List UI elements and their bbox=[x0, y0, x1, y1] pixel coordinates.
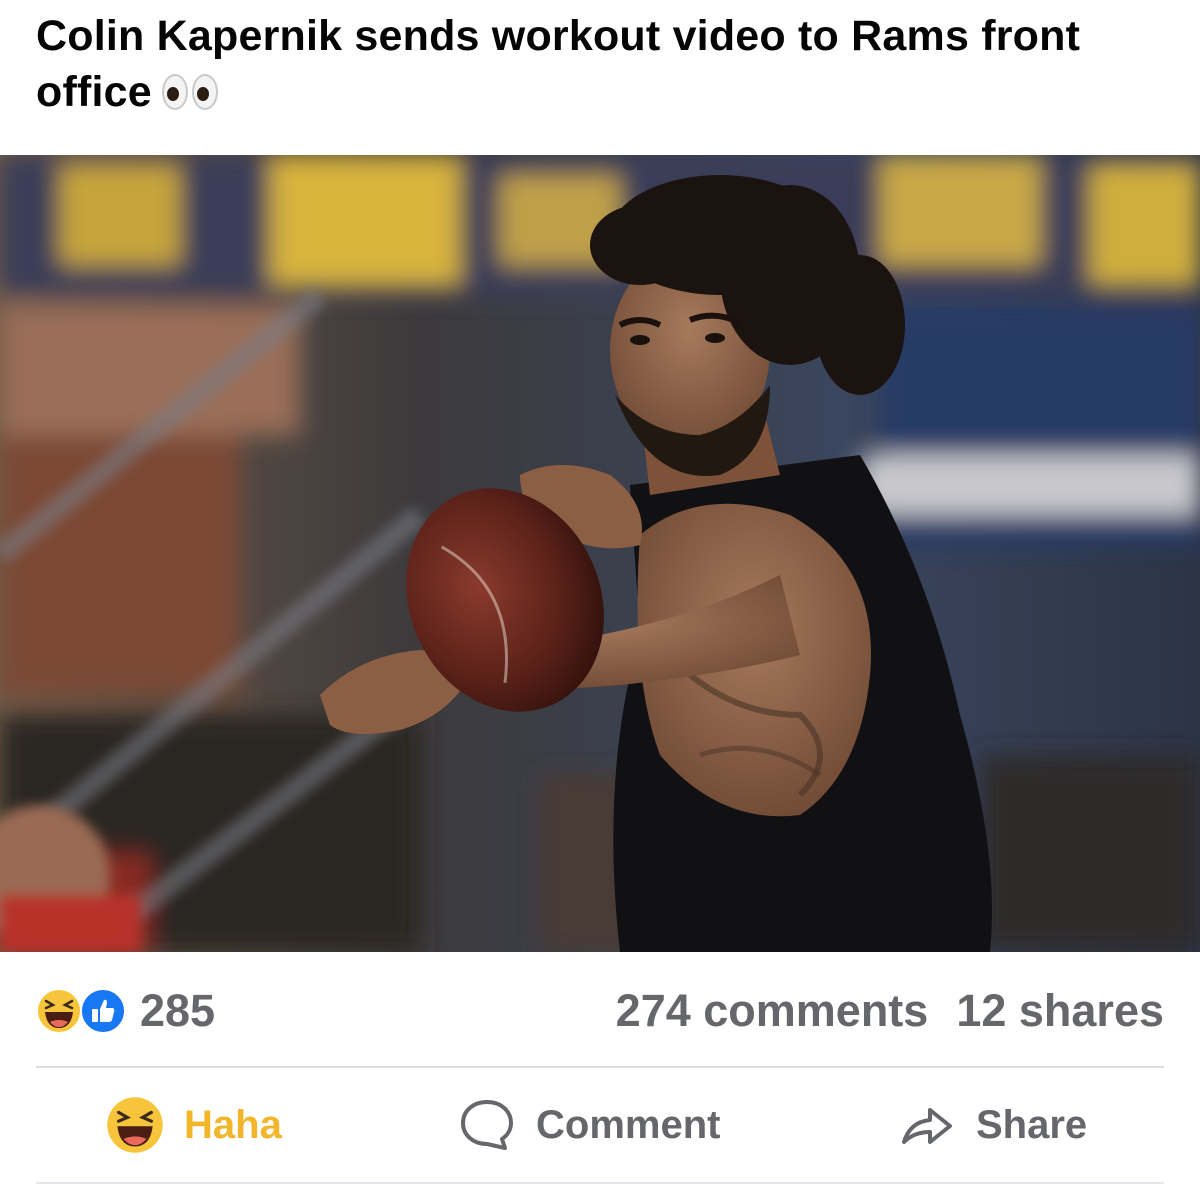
eyes-icon bbox=[161, 74, 218, 110]
comment-button[interactable]: Comment bbox=[458, 1080, 720, 1170]
haha-button[interactable]: Haha bbox=[106, 1080, 282, 1170]
bottom-divider bbox=[36, 1182, 1164, 1184]
post-title: Colin Kapernik sends workout video to Ra… bbox=[36, 8, 1156, 120]
comment-icon bbox=[461, 1100, 513, 1150]
haha-icon bbox=[36, 988, 82, 1034]
reaction-count[interactable]: 285 bbox=[140, 986, 215, 1036]
shares-count[interactable]: 12 shares bbox=[956, 986, 1164, 1036]
action-bar: Haha Comment Share bbox=[36, 1080, 1164, 1170]
share-button[interactable]: Share bbox=[898, 1080, 1087, 1170]
post-stats: 274 comments 12 shares bbox=[616, 986, 1164, 1036]
divider bbox=[36, 1066, 1164, 1068]
left-eye bbox=[161, 74, 188, 110]
haha-icon bbox=[107, 1097, 163, 1153]
haha-label: Haha bbox=[184, 1103, 282, 1147]
comment-label: Comment bbox=[536, 1103, 721, 1147]
reaction-icons bbox=[36, 988, 130, 1034]
post-card: Colin Kapernik sends workout video to Ra… bbox=[0, 0, 1200, 1194]
like-icon bbox=[80, 988, 126, 1034]
reaction-summary[interactable]: 285 274 comments 12 shares bbox=[36, 980, 1164, 1042]
post-photo[interactable] bbox=[0, 155, 1200, 952]
comments-count[interactable]: 274 comments bbox=[616, 986, 929, 1036]
right-eye bbox=[191, 74, 218, 110]
share-label: Share bbox=[976, 1103, 1088, 1147]
share-icon bbox=[902, 1108, 952, 1144]
